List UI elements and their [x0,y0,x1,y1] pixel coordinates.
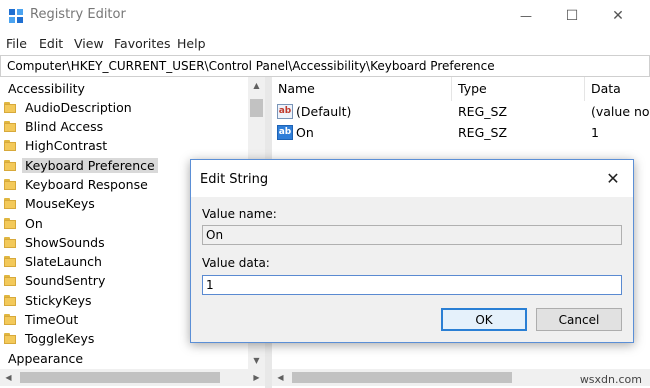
folder-icon [4,333,16,344]
column-header-data[interactable]: Data [591,81,621,96]
tree-item-accessibility[interactable]: Accessibility [0,79,248,98]
value-type: REG_SZ [458,104,508,119]
close-icon: ✕ [606,168,620,188]
list-row-default[interactable]: ab (Default) REG_SZ (value not [272,102,650,121]
folder-icon [4,198,16,209]
menu-favorites[interactable]: Favorites [114,36,170,51]
folder-icon [4,295,16,306]
folder-icon [4,121,16,132]
scrollbar-thumb[interactable] [20,372,220,383]
address-path: Computer\HKEY_CURRENT_USER\Control Panel… [7,59,495,73]
tree-item-label: Blind Access [25,119,104,134]
column-divider[interactable] [451,77,452,101]
tree-item-label: SoundSentry [25,273,106,288]
folder-icon [4,140,16,151]
string-value-icon: ab [277,125,293,140]
tree-item-label: HighContrast [25,138,108,153]
scrollbar-thumb[interactable] [292,372,512,383]
address-bar[interactable]: Computer\HKEY_CURRENT_USER\Control Panel… [0,55,650,77]
scroll-right-arrow-icon[interactable]: ▶ [248,369,265,386]
edit-string-dialog: Edit String ✕ Value name: Value data: OK… [190,159,634,343]
value-data: (value not [591,104,650,119]
tree-item-label: Keyboard Response [25,177,148,192]
folder-icon [4,218,16,229]
value-name: (Default) [296,104,352,119]
folder-icon [4,237,16,248]
close-button[interactable]: ✕ [595,0,641,32]
scroll-up-arrow-icon[interactable]: ▲ [248,77,265,94]
value-data: 1 [591,125,599,140]
column-header-type[interactable]: Type [458,81,487,96]
folder-icon [4,102,16,113]
watermark: wsxdn.com [579,373,642,386]
dialog-close-button[interactable]: ✕ [601,166,625,190]
ok-button[interactable]: OK [441,308,527,331]
value-data-label: Value data: [202,256,270,270]
string-value-icon: ab [277,104,293,119]
value-type: REG_SZ [458,125,508,140]
title-bar: Registry Editor — ☐ ✕ [0,0,650,32]
menu-edit[interactable]: Edit [39,36,63,51]
menu-file[interactable]: File [6,36,27,51]
tree-item[interactable]: AudioDescription [0,98,248,117]
tree-item-label: AudioDescription [25,100,132,115]
tree-item-label: Keyboard Preference [22,158,158,173]
column-divider[interactable] [584,77,585,101]
value-name: On [296,125,314,140]
scroll-left-arrow-icon[interactable]: ◀ [0,369,17,386]
value-name-label: Value name: [202,207,277,221]
scroll-down-arrow-icon[interactable]: ▼ [248,352,265,369]
minimize-icon: — [520,9,532,23]
menu-help[interactable]: Help [177,36,206,51]
scroll-left-arrow-icon[interactable]: ◀ [272,369,289,386]
cancel-button[interactable]: Cancel [536,308,622,331]
registry-editor-app-icon [8,8,24,24]
value-name-field[interactable] [202,225,622,245]
tree-item-label: Appearance [8,351,84,366]
menu-view[interactable]: View [74,36,104,51]
tree-horizontal-scrollbar[interactable]: ◀ ▶ [0,369,265,386]
close-icon: ✕ [612,8,624,24]
window-title: Registry Editor [30,7,126,22]
minimize-button[interactable]: — [503,0,549,32]
dialog-title: Edit String [200,172,269,187]
tree-item-label: SlateLaunch [25,254,102,269]
tree-item-appearance[interactable]: Appearance [0,349,248,368]
tree-item[interactable]: Blind Access [0,117,248,136]
tree-item-label: StickyKeys [25,293,92,308]
maximize-button[interactable]: ☐ [549,0,595,32]
menu-bar: File Edit View Favorites Help [0,34,650,54]
folder-icon [4,179,16,190]
tree-item-label: ShowSounds [25,235,105,250]
tree-item-label: On [25,216,43,231]
dialog-body: Value name: Value data: OK Cancel [191,197,633,342]
folder-icon [4,314,16,325]
tree-item[interactable]: HighContrast [0,136,248,155]
scrollbar-thumb[interactable] [250,99,263,117]
column-header-name[interactable]: Name [278,81,315,96]
folder-icon [4,275,16,286]
tree-item-label: ToggleKeys [25,331,95,346]
list-row-on[interactable]: ab On REG_SZ 1 [272,123,650,142]
tree-item-label: Accessibility [8,81,85,96]
value-data-field[interactable] [202,275,622,295]
maximize-icon: ☐ [565,8,579,24]
folder-open-icon [4,160,16,171]
tree-item-label: MouseKeys [25,196,95,211]
tree-item-label: TimeOut [25,312,79,327]
folder-icon [4,256,16,267]
